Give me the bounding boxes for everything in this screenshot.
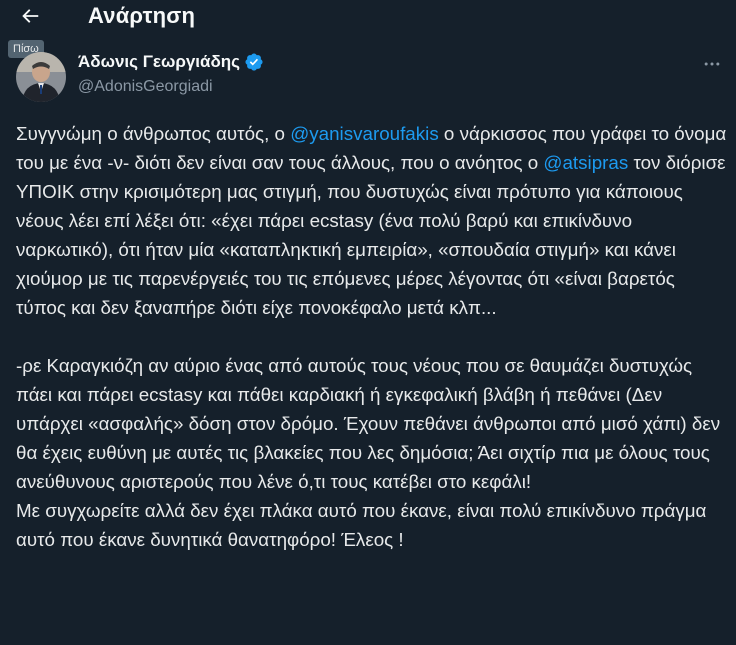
tweet-text: Συγγνώμη ο άνθρωπος αυτός, ο @yanisvarou…	[16, 119, 728, 554]
back-button[interactable]	[12, 0, 48, 32]
page-title: Ανάρτηση	[88, 3, 196, 28]
arrow-left-icon	[22, 9, 39, 23]
more-button[interactable]	[700, 52, 724, 76]
verified-badge-icon	[245, 53, 263, 71]
tweet-paragraph-1: Συγγνώμη ο άνθρωπος αυτός, ο @yanisvarou…	[16, 119, 728, 322]
tweet-text-segment: τον διόρισε ΥΠΟΙΚ στην κρισιμότερη μας σ…	[16, 152, 726, 318]
author-name[interactable]: Άδωνις Γεωργιάδης	[78, 52, 264, 72]
author-handle[interactable]: @AdonisGeorgiadi	[78, 78, 213, 96]
tweet-paragraph-2: -ρε Καραγκιόζη αν αύριο ένας από αυτούς …	[16, 355, 721, 492]
more-horizontal-icon	[704, 62, 720, 66]
top-bar: Ανάρτηση	[0, 0, 736, 36]
mention-yanisvaroufakis[interactable]: @yanisvaroufakis	[290, 123, 439, 144]
tweet-text-segment: Συγγνώμη ο άνθρωπος αυτός, ο	[16, 123, 291, 144]
mention-atsipras[interactable]: @atsipras	[543, 152, 628, 173]
tweet-paragraph-3: Με συγχωρείτε αλλά δεν έχει πλάκα αυτό π…	[16, 500, 707, 550]
avatar[interactable]	[16, 52, 66, 102]
author-name-text[interactable]: Άδωνις Γεωργιάδης	[78, 52, 240, 72]
